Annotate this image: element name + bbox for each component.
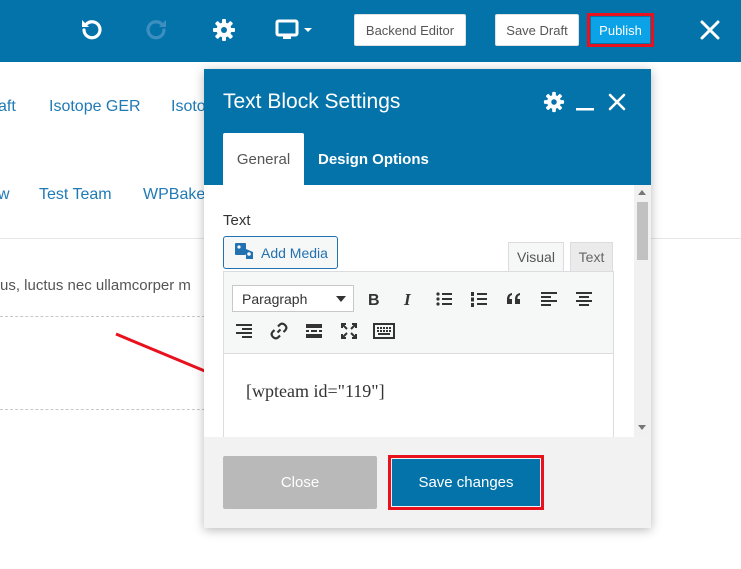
publish-button[interactable]: Publish (591, 17, 650, 43)
bg-dashed-line-top (0, 316, 210, 317)
bulleted-list-icon[interactable] (432, 287, 456, 311)
modal-footer: Close Save changes (204, 437, 651, 528)
numbered-list-icon[interactable] (467, 287, 491, 311)
italic-icon[interactable]: I (396, 287, 420, 311)
close-button[interactable]: Close (223, 456, 377, 509)
save-changes-button[interactable]: Save changes (392, 459, 540, 506)
text-field-label: Text (223, 212, 251, 229)
save-draft-button[interactable]: Save Draft (495, 14, 579, 46)
modal-body: Text Add Media Visual Text Paragraph B I… (204, 185, 651, 437)
chevron-down-icon (336, 296, 346, 302)
read-more-tag-icon[interactable] (302, 319, 326, 343)
redo-icon[interactable] (141, 14, 173, 46)
tab-general[interactable]: General (223, 133, 304, 185)
scroll-down-icon[interactable] (638, 425, 646, 430)
tab-text[interactable]: Text (570, 242, 613, 272)
fullscreen-icon[interactable] (337, 319, 361, 343)
modal-scrollbar[interactable] (634, 185, 651, 437)
minimize-icon[interactable] (572, 89, 598, 115)
bg-dashed-line-bottom (0, 409, 210, 410)
blockquote-icon[interactable] (502, 287, 526, 311)
backend-editor-button[interactable]: Backend Editor (354, 14, 466, 46)
tab-visual[interactable]: Visual (508, 242, 564, 272)
bg-body-text: us, luctus nec ullamcorper m (0, 277, 191, 294)
editor-toolbar: Paragraph B I (224, 272, 613, 354)
svg-text:I: I (403, 290, 412, 308)
bold-icon[interactable]: B (362, 287, 386, 311)
align-left-icon[interactable] (537, 287, 561, 311)
bg-tab-isotope[interactable]: Isoto (171, 98, 206, 116)
save-changes-highlight: Save changes (388, 455, 544, 510)
editor-content-text: [wpteam id="119"] (246, 381, 385, 401)
close-icon[interactable] (604, 89, 630, 115)
bg-tab-draft[interactable]: aft (0, 98, 16, 116)
editor-content-area[interactable]: [wpteam id="119"] (224, 354, 613, 437)
format-select-value: Paragraph (242, 290, 308, 307)
tab-design-options[interactable]: Design Options (318, 133, 429, 185)
add-media-button[interactable]: Add Media (223, 236, 338, 269)
modal-title: Text Block Settings (223, 90, 401, 113)
svg-text:B: B (368, 292, 380, 308)
modal-header: Text Block Settings General Design Optio… (204, 69, 651, 185)
add-media-label: Add Media (261, 244, 328, 261)
toolbar-toggle-icon[interactable] (372, 319, 396, 343)
text-block-settings-modal: Text Block Settings General Design Optio… (204, 69, 651, 528)
scroll-up-icon[interactable] (638, 190, 646, 195)
gear-icon[interactable] (541, 89, 567, 115)
align-right-icon[interactable] (232, 319, 256, 343)
top-toolbar: Backend Editor Save Draft Publish (0, 0, 741, 62)
settings-gear-icon[interactable] (208, 14, 240, 46)
undo-icon[interactable] (75, 14, 107, 46)
responsive-view-icon[interactable] (272, 14, 316, 46)
bg-tab-test-team[interactable]: Test Team (39, 186, 112, 204)
align-center-icon[interactable] (572, 287, 596, 311)
bg-tab-isotope-ger[interactable]: Isotope GER (49, 98, 141, 116)
media-icon (234, 241, 254, 264)
insert-link-icon[interactable] (267, 319, 291, 343)
format-select[interactable]: Paragraph (232, 285, 354, 312)
bg-tab-wpbakery[interactable]: WPBake (143, 186, 205, 204)
close-icon[interactable] (694, 14, 726, 46)
rich-text-editor: Paragraph B I [wpteam id="119"] (223, 271, 614, 437)
scrollbar-thumb[interactable] (637, 202, 648, 260)
bg-tab-view[interactable]: w (0, 186, 10, 204)
publish-button-highlight: Publish (587, 13, 654, 47)
